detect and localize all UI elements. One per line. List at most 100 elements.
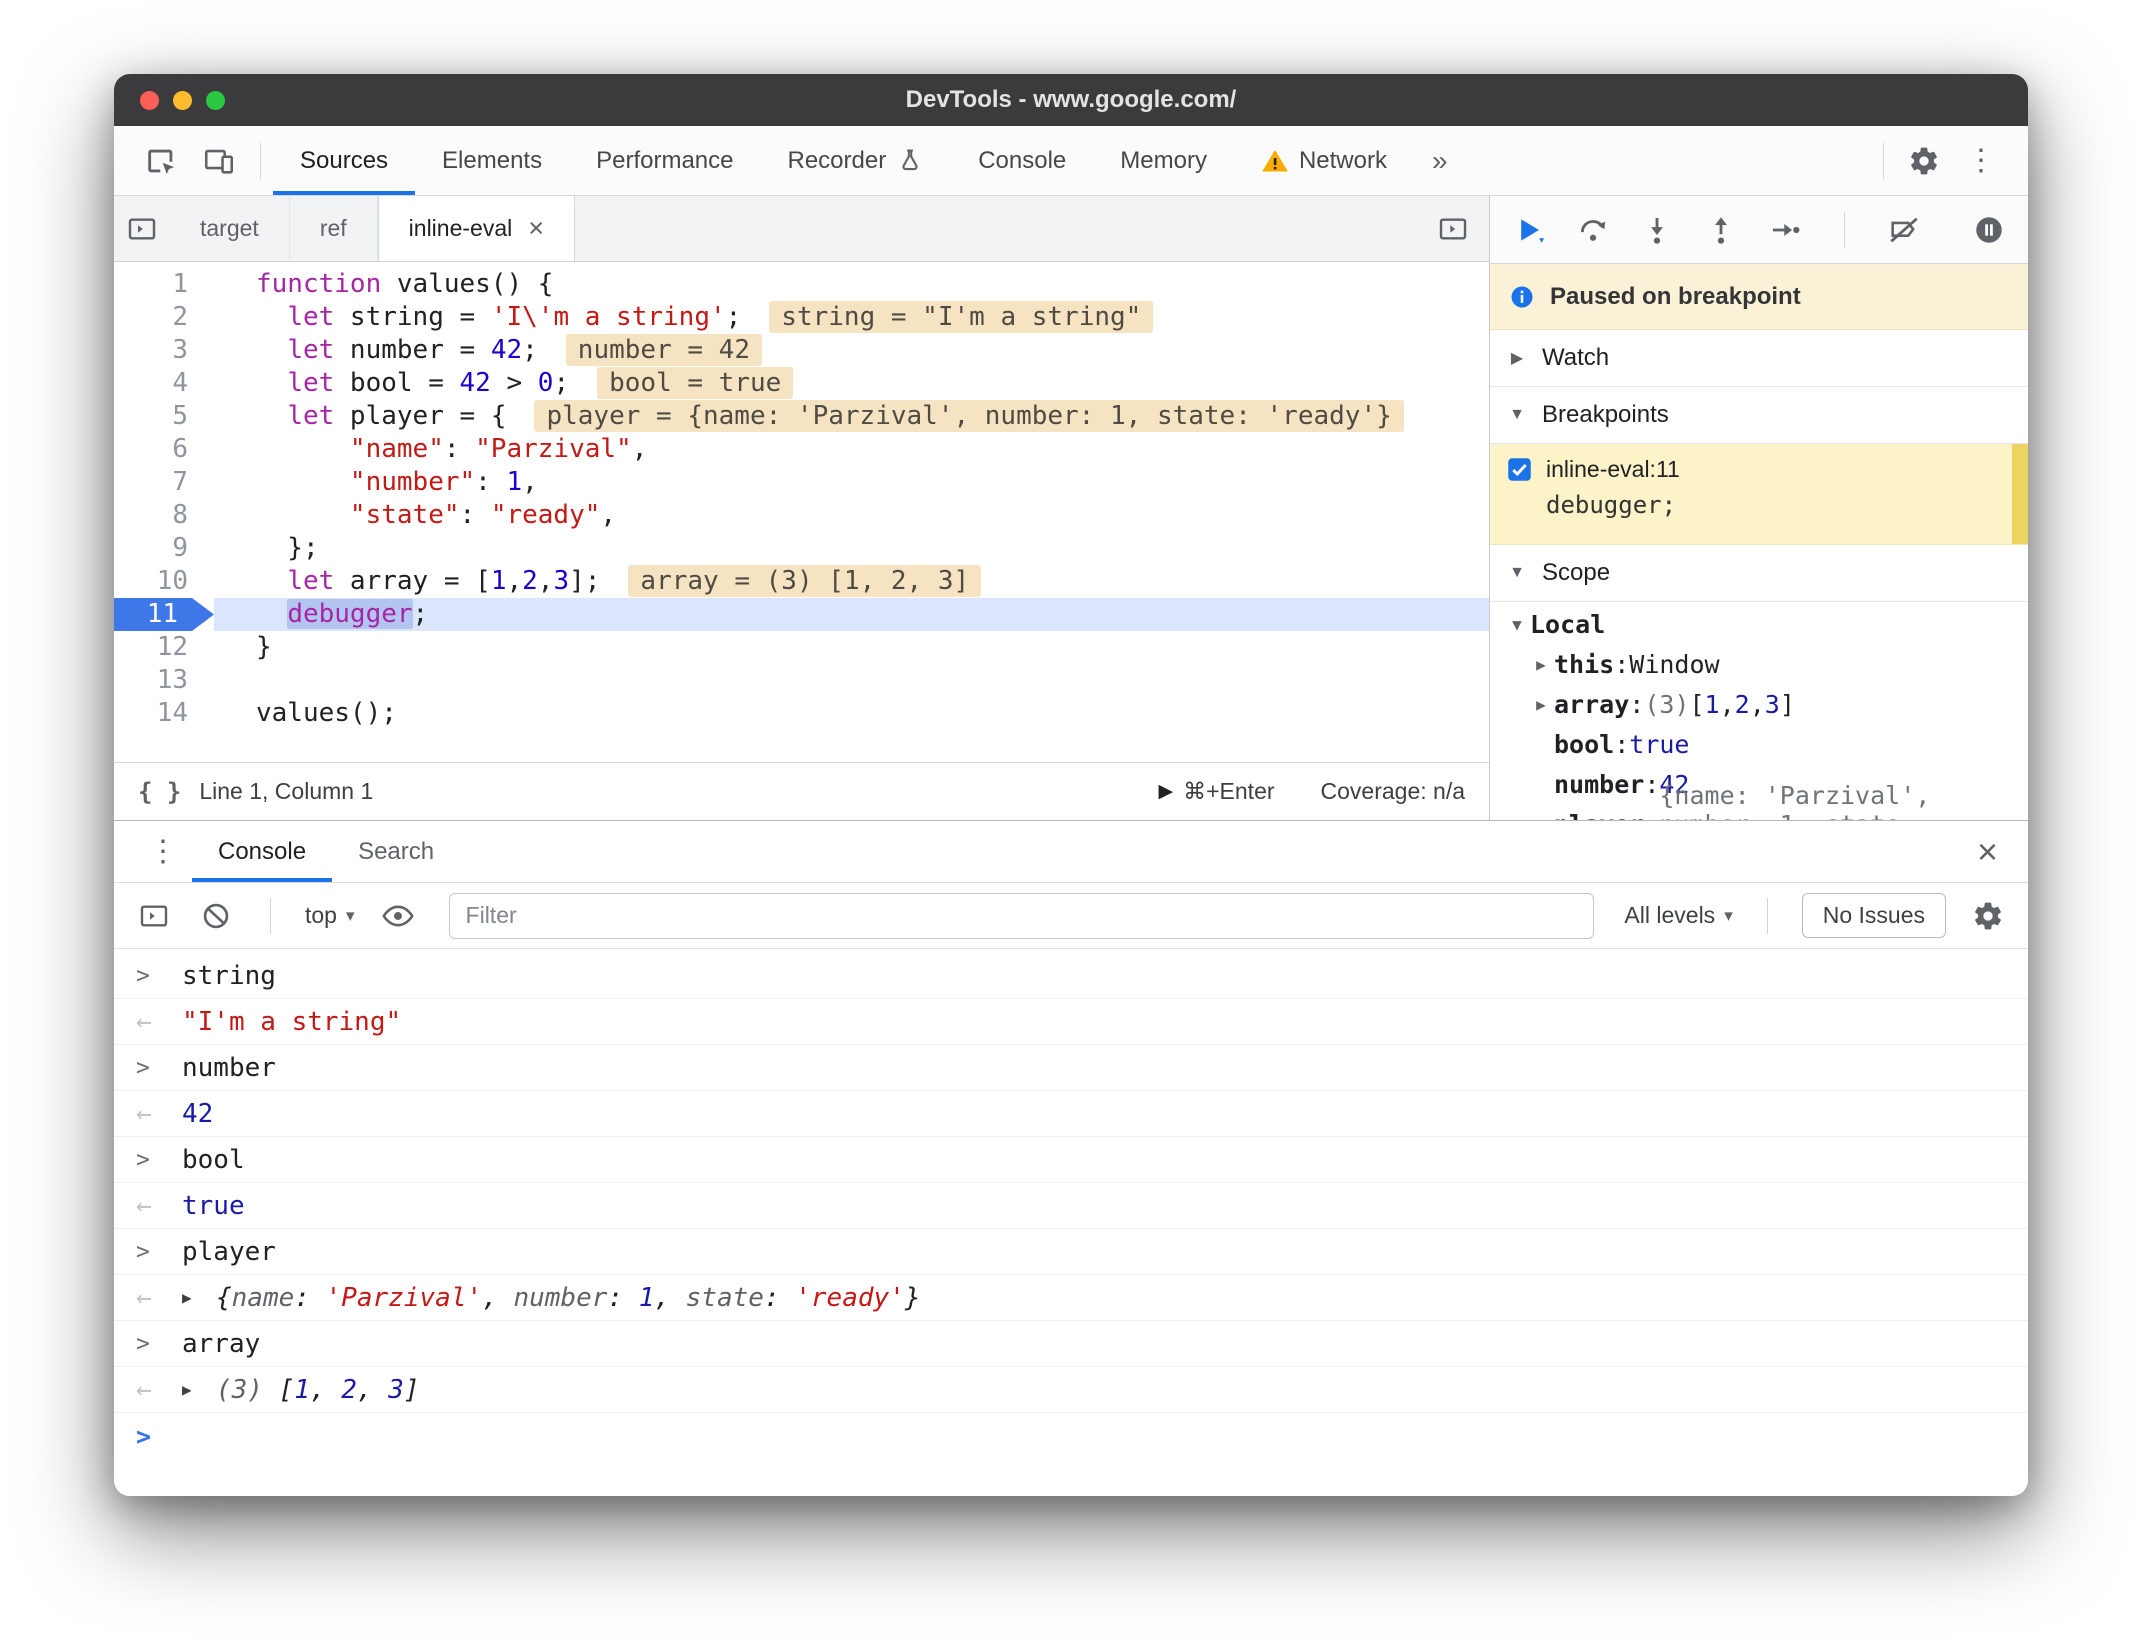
code-line[interactable]: 3 let number = 42; number = 42 [114,334,1489,367]
tab-console[interactable]: Console [951,126,1093,195]
scope-row[interactable]: ▶ array: (3) [1, 2, 3] [1490,684,2028,724]
line-number[interactable]: 1 [114,268,214,301]
scope-row[interactable]: ▶ this: Window [1490,644,2028,684]
prompt-chevron-icon[interactable]: > [136,1422,182,1451]
expand-twisty-icon[interactable]: ▶ [182,1380,216,1399]
clear-console-icon[interactable] [196,883,236,948]
line-number[interactable]: 7 [114,466,214,499]
console-settings-gear-icon[interactable] [1968,883,2008,948]
step-over-icon[interactable] [1576,213,1610,247]
step-icon[interactable] [1768,213,1802,247]
filter-input[interactable] [448,892,1595,939]
tab-elements[interactable]: Elements [415,126,569,195]
line-number[interactable]: 10 [114,565,214,598]
tab-network[interactable]: Network [1234,126,1414,195]
console-result-row[interactable]: ← "I'm a string" [114,999,2028,1045]
file-tab-inline-eval[interactable]: inline-eval × [377,196,576,261]
line-number[interactable]: 12 [114,631,214,664]
code-line[interactable]: 1 function values() { [114,268,1489,301]
eye-icon[interactable] [377,883,419,948]
console-result-row[interactable]: ← 42 [114,1091,2028,1137]
gear-icon[interactable] [1896,126,1952,195]
code-line[interactable]: 7 "number": 1, [114,466,1489,499]
tab-sources[interactable]: Sources [273,126,415,195]
console-log[interactable]: > string ← "I'm a string" > number ← 42 > bool ← tr… [114,949,2028,1496]
step-into-icon[interactable] [1640,213,1674,247]
breakpoints-section-header[interactable]: ▼ Breakpoints [1490,387,2028,444]
line-number[interactable]: 3 [114,334,214,367]
code-line[interactable]: 5 let player = {player = {name: 'Parziva… [114,400,1489,433]
more-tabs-chevron[interactable]: » [1414,145,1466,177]
line-number[interactable]: 14 [114,697,214,730]
pause-on-exceptions-icon[interactable] [1972,213,2006,247]
expand-twisty-icon[interactable]: ▶ [182,1288,216,1307]
console-input-row[interactable]: > number [114,1045,2028,1091]
open-file-panel-icon[interactable] [1425,196,1489,261]
chevron-down-icon[interactable]: ▼ [1504,564,1530,582]
file-tab-ref[interactable]: ref [290,196,378,261]
code-line[interactable]: 9 }; [114,532,1489,565]
code-editor[interactable]: 1 function values() {2 let string = 'I\'m… [114,262,1489,762]
console-sidebar-icon[interactable] [134,883,174,948]
code-line[interactable]: 10 let array = [1,2,3]; array = (3) [1, 2… [114,565,1489,598]
code-line[interactable]: 2 let string = 'I\'m a string'; string = … [114,301,1489,334]
console-input-row[interactable]: > player [114,1229,2028,1275]
resume-script-icon[interactable] [1512,213,1546,247]
device-toolbar-icon[interactable] [190,126,248,195]
line-number[interactable]: 5 [114,400,214,433]
step-out-icon[interactable] [1704,213,1738,247]
code-line[interactable]: 14 values(); [114,697,1489,730]
context-selector[interactable]: top ▾ [305,902,355,929]
file-tab-target[interactable]: target [170,196,290,261]
inspect-icon[interactable] [132,126,190,195]
code-line[interactable]: 12} [114,631,1489,664]
zoom-window-button[interactable] [206,90,225,110]
console-result-row[interactable]: ← ▶ (3) [1, 2, 3] [114,1367,2028,1413]
console-input-row[interactable]: > bool [114,1137,2028,1183]
drawer-tab-console[interactable]: Console [192,821,332,882]
chevron-right-icon[interactable]: ▶ [1504,348,1530,368]
line-number[interactable]: 8 [114,499,214,532]
line-number[interactable]: 13 [114,664,214,697]
tab-performance[interactable]: Performance [569,126,760,195]
breakpoint-checkbox[interactable] [1506,456,1533,483]
drawer-kebab-menu-icon[interactable]: ⋮ [134,834,192,869]
scope-row[interactable]: ▶player: {name: 'Parzival', number: 1, s… [1490,781,2028,821]
show-navigator-icon[interactable] [114,196,170,261]
chevron-down-icon[interactable]: ▼ [1504,406,1530,424]
breakpoint-entry[interactable]: inline-eval:11 debugger; [1490,444,2028,545]
deactivate-breakpoints-icon[interactable] [1887,213,1921,247]
line-number[interactable]: 9 [114,532,214,565]
code-line[interactable]: 13 [114,664,1489,697]
log-levels-selector[interactable]: All levels ▾ [1624,902,1732,929]
console-result-row[interactable]: ← ▶ {name: 'Parzival', number: 1, state: '… [114,1275,2028,1321]
console-input-row[interactable]: > array [114,1321,2028,1367]
scope-row[interactable]: bool: true [1490,724,2028,764]
scope-row[interactable]: ▼ Local [1490,604,2028,644]
close-drawer-icon[interactable]: × [1967,833,2008,870]
execution-line-marker[interactable]: 11 [114,598,214,631]
tab-memory[interactable]: Memory [1093,126,1234,195]
line-number[interactable]: 2 [114,301,214,334]
code-line[interactable]: 8 "state": "ready", [114,499,1489,532]
tab-recorder[interactable]: Recorder [760,126,951,195]
console-prompt-row[interactable]: > [114,1413,2028,1459]
watch-section-header[interactable]: ▶ Watch [1490,330,2028,387]
issues-counter[interactable]: No Issues [1801,893,1946,938]
pretty-print-icon[interactable]: { } [138,778,181,806]
kebab-menu-icon[interactable]: ⋮ [1952,143,2010,178]
console-result-row[interactable]: ← true [114,1183,2028,1229]
console-input-row[interactable]: > string [114,953,2028,999]
code-line[interactable]: 11 debugger; [114,598,1489,631]
close-window-button[interactable] [140,90,159,110]
code-line[interactable]: 6 "name": "Parzival", [114,433,1489,466]
twisty-icon[interactable]: ▼ [1504,615,1530,634]
code-line[interactable]: 4 let bool = 42 > 0; bool = true [114,367,1489,400]
twisty-icon[interactable]: ▶ [1528,695,1554,714]
close-tab-icon[interactable]: × [528,215,544,242]
drawer-tab-search[interactable]: Search [332,821,460,882]
scope-section-header[interactable]: ▼ Scope [1490,545,2028,602]
line-number[interactable]: 6 [114,433,214,466]
line-number[interactable]: 4 [114,367,214,400]
minimize-window-button[interactable] [173,90,192,110]
